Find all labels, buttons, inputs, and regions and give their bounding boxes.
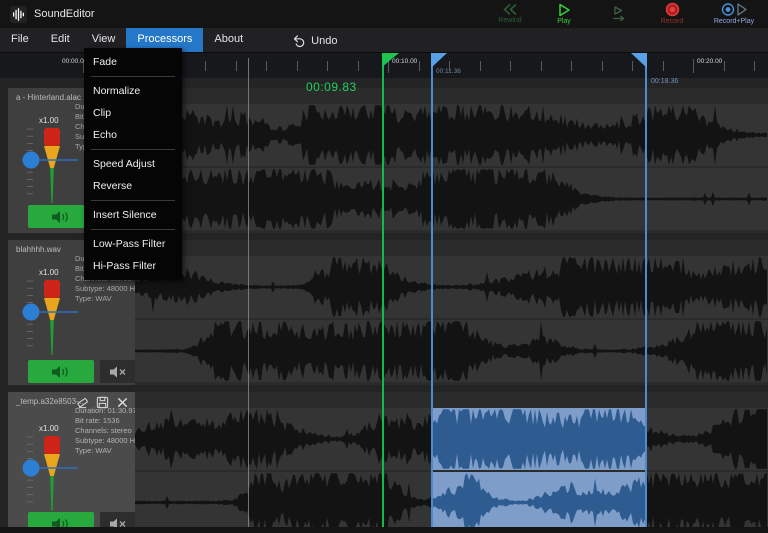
track-2-channel-left[interactable]	[135, 256, 768, 318]
track-2-unmute-button[interactable]	[28, 360, 94, 383]
track-2-volume-fader[interactable]	[18, 278, 88, 358]
menu-file[interactable]: File	[0, 28, 40, 52]
track-3-channel-left[interactable]	[135, 408, 768, 470]
processors-dropdown-menu: Fade Normalize Clip Echo Speed Adjust Re…	[84, 48, 182, 280]
track-3-volume-fader[interactable]	[18, 434, 88, 514]
track-2-waveform-area[interactable]	[135, 240, 768, 385]
record-play-button[interactable]: Record+Play	[706, 1, 762, 27]
ruler-tick	[205, 61, 206, 71]
ruler-tick	[510, 61, 511, 71]
ruler-tick	[479, 61, 481, 71]
menu-item-reverse[interactable]: Reverse	[84, 175, 182, 197]
track-1-name: a - Hinterland.alac	[16, 93, 81, 102]
play-button[interactable]: Play	[544, 1, 584, 27]
selection-start-time: 00:11.36	[436, 68, 461, 75]
transport-toolbar: Rewind Play Record Record+Play	[490, 1, 762, 27]
ruler-tick	[662, 61, 664, 71]
selection-end-flag[interactable]	[630, 53, 647, 69]
track-2-speed-label: x1.00	[39, 268, 59, 277]
menu-separator	[91, 76, 175, 77]
selection-end-time: 00:18.36	[651, 78, 679, 85]
menu-item-clip[interactable]: Clip	[84, 102, 182, 124]
selection-end-line[interactable]	[645, 53, 647, 533]
playhead-flag[interactable]	[382, 53, 400, 69]
ruler-tick	[296, 61, 298, 71]
bottom-edge	[0, 527, 768, 533]
menu-item-fade[interactable]: Fade	[84, 51, 182, 73]
menu-separator	[91, 200, 175, 201]
ruler-tick	[540, 61, 542, 71]
edit-cursor-line[interactable]	[248, 58, 249, 533]
ruler-tick	[418, 61, 420, 71]
track-2-mute-button[interactable]	[100, 360, 136, 383]
play-selection-icon	[613, 5, 625, 21]
record-button[interactable]: Record	[652, 1, 692, 27]
ruler-tick	[571, 61, 572, 71]
selection-start-line[interactable]	[431, 53, 433, 533]
undo-label: Undo	[311, 34, 338, 47]
ruler-tick	[693, 59, 694, 73]
rewind-button[interactable]: Rewind	[490, 1, 530, 27]
menu-item-echo[interactable]: Echo	[84, 124, 182, 146]
ruler-tick	[357, 61, 359, 71]
track-3-speed-label: x1.00	[39, 424, 59, 433]
app-title: SoundEditor	[34, 8, 95, 20]
record-icon	[665, 2, 679, 17]
speaker-on-icon	[52, 365, 68, 378]
track-1-channel-right[interactable]	[135, 168, 768, 230]
ruler-tick-label: 00:20.00	[697, 58, 723, 65]
track-3-info-panel[interactable]: _temp.a32e8503-559e-... Duration: 01:30.…	[8, 392, 139, 533]
menu-item-hi-pass[interactable]: Hi-Pass Filter	[84, 255, 182, 277]
rewind-label: Rewind	[498, 17, 522, 24]
menu-separator	[91, 149, 175, 150]
menu-separator	[91, 229, 175, 230]
ruler-tick	[327, 61, 328, 71]
speaker-mute-icon	[110, 366, 126, 377]
app-window: SoundEditor Rewind Play Record Record+Pl…	[0, 0, 768, 533]
rewind-icon	[503, 3, 517, 16]
playhead-time-label: 00:09.83	[306, 80, 357, 94]
menu-edit[interactable]: Edit	[40, 28, 81, 52]
play-label: Play	[557, 17, 571, 25]
selection-start-flag[interactable]	[431, 53, 448, 69]
ruler-tick	[723, 61, 725, 71]
title-bar: SoundEditor Rewind Play Record Record+Pl…	[0, 0, 768, 28]
undo-icon	[293, 34, 305, 47]
track-3-channel-right[interactable]	[135, 472, 768, 533]
ruler-tick	[266, 61, 267, 71]
menu-item-low-pass[interactable]: Low-Pass Filter	[84, 233, 182, 255]
track-1-speed-label: x1.00	[39, 116, 59, 125]
playhead-line[interactable]	[382, 53, 384, 533]
record-label: Record	[660, 18, 684, 25]
speaker-on-icon	[52, 210, 68, 223]
play-icon	[559, 3, 570, 16]
menu-item-normalize[interactable]: Normalize	[84, 80, 182, 102]
ruler-tick	[235, 61, 237, 71]
play-selection-button[interactable]	[598, 1, 638, 27]
track-1-channel-left[interactable]	[135, 104, 768, 166]
track-1-volume-fader[interactable]	[18, 126, 88, 206]
track-3-waveform-area[interactable]	[135, 392, 768, 533]
ruler-tick	[754, 61, 755, 71]
track-2-name: blahhhh.wav	[16, 245, 61, 254]
undo-button[interactable]: Undo	[292, 28, 337, 52]
ruler-tick	[601, 61, 603, 71]
app-logo-waveform-icon	[10, 5, 27, 23]
track-2-channel-right[interactable]	[135, 320, 768, 382]
menu-item-speed-adjust[interactable]: Speed Adjust	[84, 153, 182, 175]
record-play-icon	[721, 3, 747, 16]
track-row-3: _temp.a32e8503-559e-... Duration: 01:30.…	[8, 392, 768, 533]
track-1-waveform-area[interactable]	[135, 88, 768, 233]
record-play-label: Record+Play	[713, 18, 755, 25]
menu-about[interactable]: About	[203, 28, 254, 52]
menu-item-insert-silence[interactable]: Insert Silence	[84, 204, 182, 226]
